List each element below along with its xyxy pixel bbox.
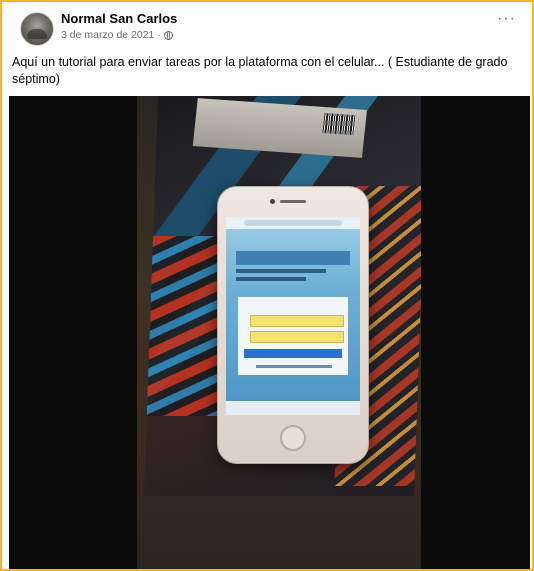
username-field — [250, 315, 344, 327]
smartphone — [217, 186, 369, 464]
post-text: Aquí un tutorial para enviar tareas por … — [12, 55, 508, 86]
front-camera — [270, 199, 275, 204]
post-meta: 3 de marzo de 2021 · — [61, 29, 173, 41]
barcode — [322, 113, 357, 136]
screen-note-line — [236, 277, 306, 281]
browser-toolbar — [226, 401, 360, 415]
post-timestamp[interactable]: 3 de marzo de 2021 · — [61, 29, 161, 41]
post-card: Normal San Carlos 3 de marzo de 2021 · ·… — [0, 0, 534, 571]
page-name-link[interactable]: Normal San Carlos — [61, 11, 177, 26]
globe-icon — [163, 30, 173, 40]
login-form — [238, 297, 348, 375]
video-frame — [137, 96, 421, 569]
earpiece — [280, 200, 306, 203]
screen-banner — [236, 251, 350, 265]
browser-address-bar — [226, 217, 360, 229]
forgot-password-link — [256, 365, 332, 368]
login-button — [244, 349, 342, 358]
browser-url — [244, 220, 342, 226]
home-button — [280, 425, 306, 451]
phone-screen — [226, 217, 360, 415]
video-player[interactable] — [9, 96, 530, 569]
post-header: Normal San Carlos 3 de marzo de 2021 · ·… — [20, 10, 522, 46]
password-field — [250, 331, 344, 343]
more-options-button[interactable]: ··· — [497, 11, 516, 27]
notebook-label — [192, 98, 367, 158]
screen-note-line — [236, 269, 326, 273]
page-avatar[interactable] — [20, 12, 54, 46]
